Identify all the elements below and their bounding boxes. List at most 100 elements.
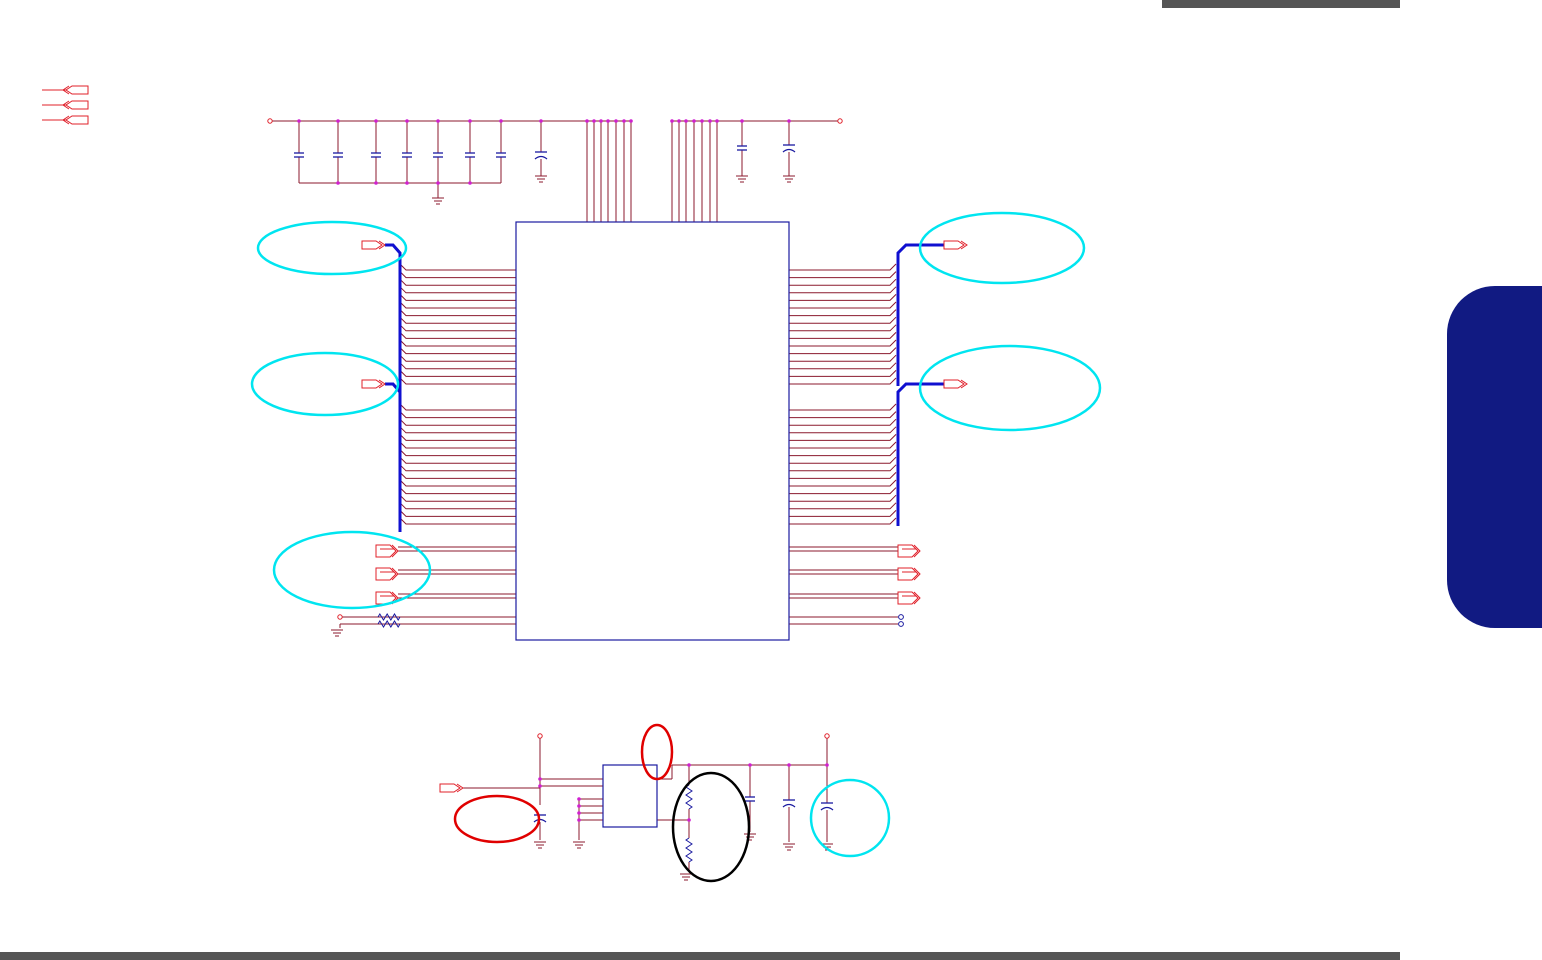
power-pin-icon [267, 118, 273, 124]
junction [599, 119, 603, 123]
wire [399, 472, 516, 479]
net-port-icon [391, 567, 399, 581]
net-port-icon [65, 115, 89, 125]
highlight-ellipse [918, 211, 1086, 285]
wire [399, 434, 516, 441]
wire [789, 286, 897, 294]
components [62, 85, 968, 881]
wire [399, 286, 516, 294]
junction [538, 784, 542, 788]
wire [399, 517, 516, 525]
wire [789, 294, 897, 301]
wire [399, 441, 516, 449]
junction [614, 119, 618, 123]
resistor-icon [377, 613, 401, 621]
highlight-ellipse [250, 351, 400, 417]
wire [789, 426, 897, 434]
wire [789, 418, 897, 426]
test-point-icon [898, 614, 904, 620]
junction [700, 119, 704, 123]
junction [708, 119, 712, 123]
wire [789, 263, 897, 271]
power-pin-icon [824, 733, 830, 739]
net-port-icon [897, 544, 919, 558]
bus [896, 382, 944, 526]
resistor-icon [377, 620, 401, 628]
net-port-icon [943, 379, 965, 389]
wire [789, 324, 897, 332]
wire [399, 377, 516, 385]
net-port-icon [375, 567, 397, 581]
junction [687, 763, 691, 767]
wire [399, 339, 516, 347]
capacitor-icon [782, 803, 796, 808]
wire [789, 502, 897, 510]
wire [399, 263, 516, 271]
wire [789, 347, 897, 355]
wire [399, 456, 516, 464]
net-port-icon [65, 85, 89, 95]
wire [789, 403, 897, 411]
wire [399, 403, 516, 411]
junction [336, 181, 340, 185]
test-point-icon [898, 621, 904, 627]
junction [374, 119, 378, 123]
wire [789, 339, 897, 347]
wire [789, 517, 897, 525]
wire [789, 362, 897, 370]
junction [336, 119, 340, 123]
net-port-icon [361, 379, 383, 389]
net-port-icon [913, 544, 921, 558]
junction [687, 818, 691, 822]
wire [399, 502, 516, 510]
wire [789, 377, 897, 385]
junction [692, 119, 696, 123]
net-port-icon [439, 783, 461, 793]
wire [789, 479, 897, 487]
highlight-ellipse [453, 794, 541, 844]
junction [436, 181, 440, 185]
wire [789, 494, 897, 502]
schematic-canvas [42, 85, 1102, 883]
junction [622, 119, 626, 123]
wire [399, 411, 516, 419]
junction [468, 181, 472, 185]
junction [748, 763, 752, 767]
junction [740, 119, 744, 123]
wire [399, 309, 516, 317]
wire [399, 354, 516, 362]
power-pin-icon [337, 614, 343, 620]
resistor-icon [685, 837, 693, 863]
power-pin-icon [537, 733, 543, 739]
wire [789, 434, 897, 441]
highlight-ellipse [671, 771, 751, 883]
wire [789, 441, 897, 449]
wire [789, 472, 897, 479]
wire [789, 449, 897, 457]
junction [825, 763, 829, 767]
wire [789, 456, 897, 464]
junction [577, 811, 581, 815]
junction [606, 119, 610, 123]
wire [789, 411, 897, 419]
highlight-ellipse [256, 220, 408, 276]
wire [399, 347, 516, 355]
junction [787, 119, 791, 123]
highlights [250, 211, 1102, 883]
junction [592, 119, 596, 123]
buses [385, 243, 944, 532]
wire [399, 494, 516, 502]
junction [405, 181, 409, 185]
net-port-icon [897, 591, 919, 605]
wire [789, 309, 897, 317]
junction [374, 181, 378, 185]
junction [577, 797, 581, 801]
junction [577, 804, 581, 808]
junction [670, 119, 674, 123]
net-port-icon [391, 544, 399, 558]
wires [42, 89, 898, 872]
wire [789, 316, 897, 324]
junction [297, 119, 301, 123]
junction [787, 763, 791, 767]
wire [789, 278, 897, 286]
